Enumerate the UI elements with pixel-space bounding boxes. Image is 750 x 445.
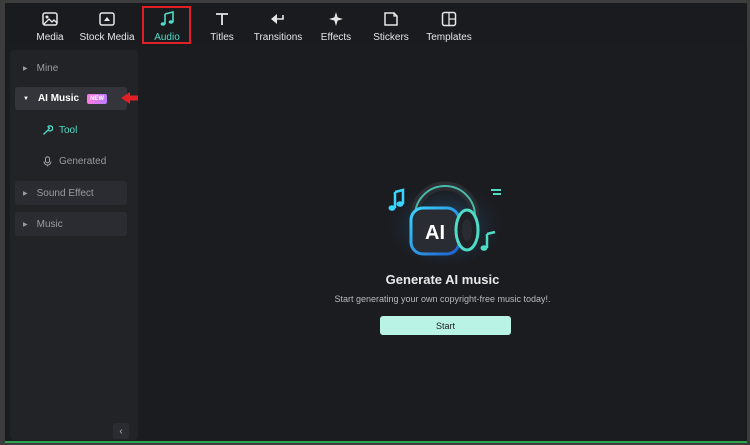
ai-hero-text: AI bbox=[425, 222, 445, 244]
microphone-icon bbox=[42, 155, 53, 167]
sticker-icon bbox=[382, 10, 400, 28]
tab-media[interactable]: Media bbox=[35, 3, 65, 46]
sidebar-item-mine-label: Mine bbox=[36, 62, 59, 74]
tab-audio[interactable]: Audio bbox=[147, 3, 187, 46]
tab-effects-label: Effects bbox=[320, 32, 352, 43]
tab-titles[interactable]: Titles bbox=[207, 3, 237, 46]
wrench-icon bbox=[42, 124, 53, 136]
tab-stock-media[interactable]: Stock Media bbox=[79, 3, 135, 46]
sidebar-item-mine[interactable]: ▶ Mine bbox=[15, 56, 127, 80]
tab-transitions-label: Transitions bbox=[253, 32, 303, 43]
tab-audio-label: Audio bbox=[154, 32, 180, 43]
tab-stickers[interactable]: Stickers bbox=[373, 3, 409, 46]
tab-stickers-label: Stickers bbox=[373, 32, 409, 43]
sparkle-icon bbox=[327, 10, 345, 28]
ai-music-panel: AI Generate AI music Start generating yo… bbox=[138, 46, 747, 441]
ai-headphones-illustration: AI bbox=[387, 180, 503, 264]
caret-right-icon: ▶ bbox=[23, 221, 28, 228]
sidebar-item-ai-music-label: AI Music bbox=[37, 93, 80, 104]
caret-right-icon: ▶ bbox=[23, 65, 28, 72]
sidebar-item-sound-effect-label: Sound Effect bbox=[36, 187, 94, 199]
page-title: Generate AI music bbox=[385, 272, 500, 287]
tab-templates[interactable]: Templates bbox=[425, 3, 473, 46]
page-subtitle: Start generating your own copyright-free… bbox=[334, 294, 551, 304]
sidebar-item-music-label: Music bbox=[36, 218, 63, 230]
tab-stock-media-label: Stock Media bbox=[79, 32, 135, 43]
new-badge: NEW bbox=[87, 93, 108, 104]
tab-media-label: Media bbox=[36, 32, 64, 43]
start-button[interactable]: Start bbox=[380, 316, 511, 335]
audio-sidebar: ▶ Mine ▼ AI Music NEW Tool Generated ▶ S… bbox=[10, 50, 138, 440]
template-grid-icon bbox=[440, 10, 458, 28]
stock-media-icon bbox=[98, 10, 116, 28]
caret-down-icon: ▼ bbox=[23, 95, 29, 102]
caret-right-icon: ▶ bbox=[23, 190, 28, 197]
music-note-icon bbox=[158, 10, 176, 28]
tab-transitions[interactable]: Transitions bbox=[253, 3, 303, 46]
sidebar-item-generated[interactable]: Generated bbox=[42, 153, 106, 169]
sidebar-item-ai-music[interactable]: ▼ AI Music NEW bbox=[15, 87, 127, 110]
sidebar-item-tool-label: Tool bbox=[59, 124, 78, 136]
top-toolbar: Media Stock Media Audio Titles Transitio… bbox=[5, 3, 747, 46]
transition-arrow-icon bbox=[269, 10, 287, 28]
text-t-icon bbox=[213, 10, 231, 28]
image-icon bbox=[41, 10, 59, 28]
sidebar-item-tool[interactable]: Tool bbox=[42, 122, 77, 138]
sidebar-item-sound-effect[interactable]: ▶ Sound Effect bbox=[15, 181, 127, 205]
tab-effects[interactable]: Effects bbox=[319, 3, 353, 46]
tab-titles-label: Titles bbox=[210, 32, 234, 43]
tab-templates-label: Templates bbox=[426, 32, 472, 43]
sidebar-item-music[interactable]: ▶ Music bbox=[15, 212, 127, 236]
sidebar-item-generated-label: Generated bbox=[59, 155, 107, 167]
app-window: Media Stock Media Audio Titles Transitio… bbox=[5, 3, 747, 443]
collapse-sidebar-button[interactable]: ‹ bbox=[113, 423, 129, 439]
